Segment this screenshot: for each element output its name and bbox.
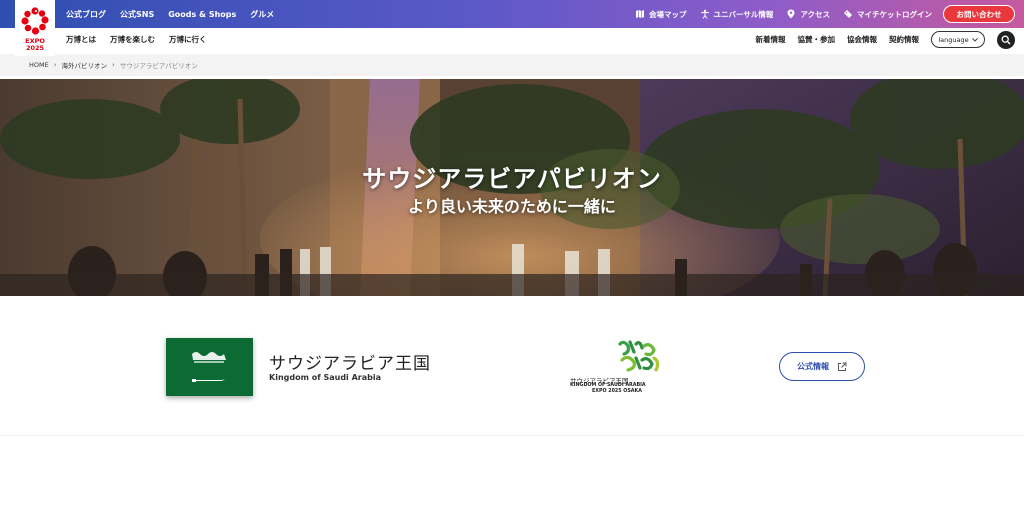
map-icon [636,10,645,18]
external-link-icon [838,362,847,371]
nav-enjoy-expo[interactable]: 万博を楽しむ [110,34,155,45]
sub-nav: 万博とは 万博を楽しむ 万博に行く 新着情報 協賛・参加 協会情報 契約情報 l… [0,28,1024,51]
venue-map-label: 会場マップ [649,9,687,19]
breadcrumb-overseas-pavilions[interactable]: 海外パビリオン [62,60,108,70]
hero-banner: サウジアラビアパビリオン より良い未来のために一緒に [0,79,1024,296]
universal-icon [700,9,709,19]
top-nav-left: 公式ブログ 公式SNS Goods & Shops グルメ [66,0,274,28]
breadcrumb: HOME › 海外パビリオン › サウジアラビアパビリオン [0,54,1024,76]
access-label: アクセス [800,9,830,19]
ticket-icon [844,10,852,18]
top-nav-gourmet-link[interactable]: グルメ [250,9,274,20]
official-info-label: 公式情報 [797,362,829,371]
chevron-down-icon [971,37,978,42]
chevron-right-icon: › [53,61,57,69]
my-ticket-login-label: マイチケットログイン [857,9,932,19]
pavilion-logo: サウジアラビア王国 KINGDOM OF SAUDI ARABIA EXPO 2… [566,338,666,400]
saudi-flag-image [166,338,253,396]
hero-subtitle: より良い未来のために一緒に [408,197,616,216]
chevron-right-icon: › [112,61,115,69]
top-nav-blog-link[interactable]: 公式ブログ [66,9,106,20]
country-name-ja: サウジアラビア王国 [269,354,431,374]
hero-title: サウジアラビアパビリオン [362,165,662,193]
pavilion-logo-expo-label: EXPO 2025 OSAKA [592,389,642,394]
expo-logo-text: EXPO 2025 [25,37,45,52]
expo-mascot-logo-icon [21,7,49,35]
top-bar: 公式ブログ 公式SNS Goods & Shops グルメ 会場マップ ユニバー… [0,0,1024,28]
sub-nav-right: 新着情報 協賛・参加 協会情報 契約情報 language [756,28,1015,51]
nav-visit-expo[interactable]: 万博に行く [169,34,207,45]
contact-button[interactable]: お問い合わせ [943,5,1015,23]
saudi-flag-emblem-icon [192,352,226,382]
search-button[interactable] [997,30,1015,49]
location-pin-icon [787,9,795,19]
nav-contracts[interactable]: 契約情報 [889,34,919,45]
sub-nav-left: 万博とは 万博を楽しむ 万博に行く [66,28,207,51]
search-icon [1001,35,1011,44]
breadcrumb-home[interactable]: HOME [29,61,49,69]
nav-about-expo[interactable]: 万博とは [66,34,96,45]
pavilion-logo-name-en: KINGDOM OF SAUDI ARABIA [570,383,646,388]
nav-news[interactable]: 新着情報 [756,34,786,45]
nav-sponsorship[interactable]: 協賛・参加 [798,34,836,45]
pavilion-info-section: サウジアラビア王国 Kingdom of Saudi Arabia サウジアラビ… [0,296,1024,436]
country-name-en: Kingdom of Saudi Arabia [269,373,381,382]
official-info-button[interactable]: 公式情報 [779,352,865,381]
saudi-pavilion-calligraphy-logo-icon [618,340,660,372]
my-ticket-login-link[interactable]: マイチケットログイン [843,9,932,20]
top-nav-right: 会場マップ ユニバーサル情報 アクセス マイチケットログイン [635,0,932,28]
nav-association[interactable]: 協会情報 [847,34,877,45]
top-nav-sns-link[interactable]: 公式SNS [120,9,154,20]
breadcrumb-current: サウジアラビアパビリオン [119,62,198,70]
language-label: language [938,35,969,44]
expo-logo[interactable]: EXPO 2025 [15,0,55,56]
language-select[interactable]: language [931,31,985,48]
access-link[interactable]: アクセス [786,9,830,20]
universal-info-label: ユニバーサル情報 [713,9,774,19]
venue-map-link[interactable]: 会場マップ [635,9,687,20]
universal-info-link[interactable]: ユニバーサル情報 [700,9,774,20]
top-nav-goods-link[interactable]: Goods & Shops [168,10,236,19]
